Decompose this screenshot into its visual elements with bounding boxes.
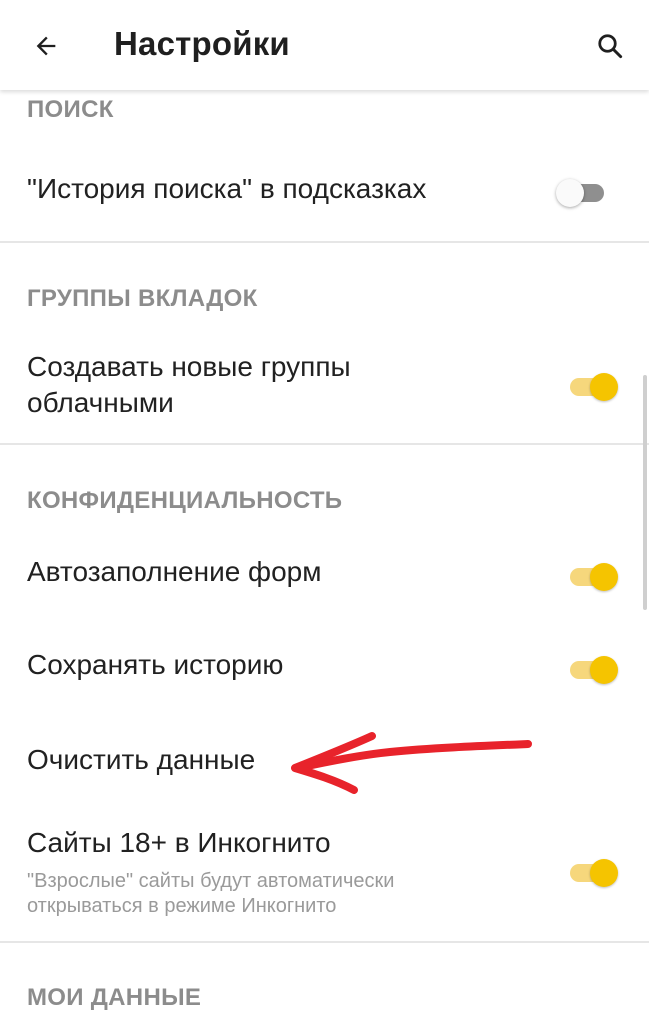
search-icon [598,34,623,59]
setting-label: Автозаполнение форм [27,556,322,587]
search-button[interactable] [586,22,634,70]
section-header-search: ПОИСК [27,96,114,123]
red-arrow-annotation-icon [291,732,532,794]
setting-row-adult-incognito[interactable]: Сайты 18+ в Инкогнито "Взрослые" сайты б… [0,820,649,930]
setting-row-save-history[interactable]: Сохранять историю [0,635,649,705]
setting-label: Сайты 18+ в Инкогнито [27,827,331,858]
setting-label-line1: Создавать новые группы [27,351,351,382]
page-title: Настройки [114,25,290,62]
toggle-thumb [556,179,584,207]
section-header-tab-groups: ГРУППЫ ВКЛАДОК [27,285,258,312]
toggle-thumb [590,859,618,887]
settings-list: ПОИСК "История поиска" в подсказках ГРУП… [0,90,649,1024]
divider [0,443,649,445]
divider [0,241,649,243]
app-bar: Настройки [0,0,649,90]
scrollbar[interactable] [643,375,647,610]
back-button[interactable] [22,22,70,70]
setting-row-autofill[interactable]: Автозаполнение форм [0,542,649,612]
section-header-privacy: КОНФИДЕНЦИАЛЬНОСТЬ [27,487,343,514]
setting-sublabel-line1: "Взрослые" сайты будут автоматически [27,870,395,892]
divider [0,941,649,943]
cloud-groups-toggle[interactable] [566,370,618,404]
setting-row-cloud-groups[interactable]: Создавать новые группы облачными [0,340,649,440]
setting-label: Очистить данные [27,744,256,775]
search-history-toggle[interactable] [556,176,608,210]
toggle-thumb [590,373,618,401]
section-header-my-data: МОИ ДАННЫЕ [27,984,202,1011]
toggle-thumb [590,563,618,591]
save-history-toggle[interactable] [566,653,618,687]
arrow-left-icon [36,36,56,56]
adult-incognito-toggle[interactable] [566,856,618,890]
setting-label-line2: облачными [27,387,174,418]
toggle-thumb [590,656,618,684]
autofill-toggle[interactable] [566,560,618,594]
setting-label: Сохранять историю [27,649,284,680]
setting-label: "История поиска" в подсказках [27,173,427,204]
setting-sublabel-line2: открываться в режиме Инкогнито [27,895,337,917]
setting-row-search-history[interactable]: "История поиска" в подсказках [0,150,649,240]
